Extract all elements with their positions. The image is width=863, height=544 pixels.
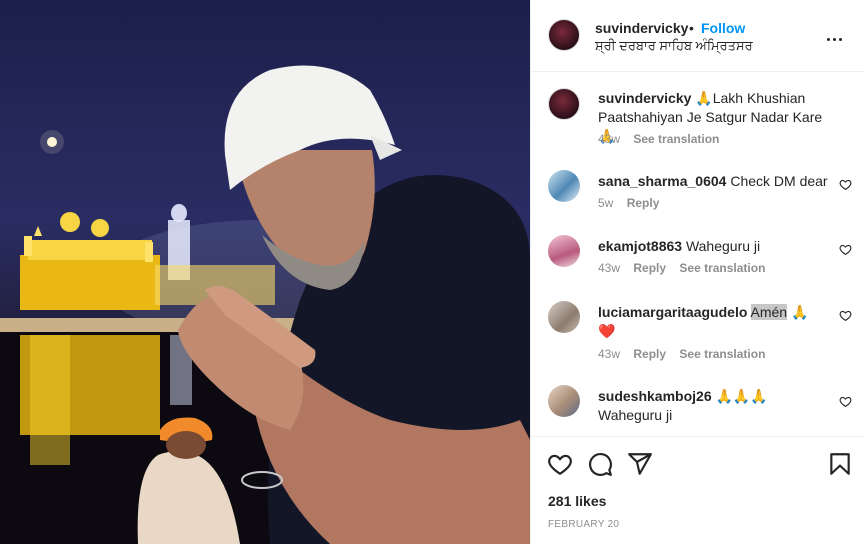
avatar[interactable] — [548, 170, 580, 202]
photo-illustration — [0, 65, 530, 544]
like-comment-icon[interactable] — [839, 243, 852, 256]
reply-button[interactable]: Reply — [633, 347, 666, 361]
comment-text-line2: Waheguru ji — [598, 407, 673, 423]
post-actions: 281 likes FEBRUARY 20 — [531, 436, 863, 544]
comment-text-highlight: Amén — [750, 304, 788, 320]
comment-age[interactable]: 43w — [598, 261, 620, 275]
comment-text: Check DM dear — [730, 173, 828, 189]
comment-username[interactable]: luciamargaritaagudelo — [598, 304, 747, 320]
like-comment-icon[interactable] — [839, 395, 852, 408]
follow-button[interactable]: Follow — [701, 20, 745, 36]
post-photo[interactable] — [0, 0, 530, 544]
see-translation-button[interactable]: See translation — [679, 347, 765, 361]
comment-username[interactable]: sana_sharma_0604 — [598, 173, 726, 189]
heart-icon[interactable] — [547, 451, 573, 477]
post-sidebar: suvindervicky • Follow ਸ਼੍ਰੀ ਦਰਬਾਰ ਸਾਹਿਬ… — [530, 0, 863, 544]
see-translation-button[interactable]: See translation — [633, 132, 719, 146]
comment-age[interactable]: 43w — [598, 347, 620, 361]
share-icon[interactable] — [627, 451, 653, 477]
comment-username[interactable]: sudeshkamboj26 — [598, 388, 712, 404]
save-icon[interactable] — [827, 451, 853, 477]
comment-item: suvindervicky 🙏Lakh Khushian Paatshahiya… — [531, 88, 863, 160]
comment-text: Waheguru ji — [685, 238, 761, 254]
reply-button[interactable]: Reply — [633, 261, 666, 275]
post-date[interactable]: FEBRUARY 20 — [548, 519, 619, 530]
comment-icon[interactable] — [587, 451, 613, 477]
comment-age[interactable]: 5w — [598, 196, 613, 210]
avatar[interactable] — [548, 301, 580, 333]
comment-text: 🙏 — [790, 304, 809, 320]
comment-text: 🙏🙏🙏 — [715, 388, 768, 404]
reply-button[interactable]: Reply — [627, 196, 660, 210]
likes-count[interactable]: 281 likes — [548, 493, 606, 509]
see-translation-button[interactable]: See translation — [679, 261, 765, 275]
avatar[interactable] — [548, 88, 580, 120]
comment-text-line2: ❤️ — [598, 323, 616, 339]
comment-item: ekamjot8863 Waheguru ji 43w Reply See tr… — [531, 235, 863, 291]
separator-dot: • — [689, 20, 694, 36]
comment-item: luciamargaritaagudelo Amén 🙏 ❤️ 43w Repl… — [531, 301, 863, 377]
comment-item: sudeshkamboj26 🙏🙏🙏 Waheguru ji — [531, 385, 863, 435]
post-header: suvindervicky • Follow ਸ਼੍ਰੀ ਦਰਬਾਰ ਸਾਹਿਬ… — [531, 0, 863, 72]
avatar[interactable] — [548, 235, 580, 267]
comments-list: suvindervicky 🙏Lakh Khushian Paatshahiya… — [531, 72, 863, 436]
like-comment-icon[interactable] — [839, 309, 852, 322]
comment-username[interactable]: suvindervicky — [598, 90, 691, 106]
post-username[interactable]: suvindervicky — [595, 20, 688, 36]
comment-username[interactable]: ekamjot8863 — [598, 238, 682, 254]
comment-age[interactable]: 43w — [598, 132, 620, 146]
comment-item: sana_sharma_0604 Check DM dear 5w Reply — [531, 170, 863, 226]
like-comment-icon[interactable] — [839, 178, 852, 191]
post-location[interactable]: ਸ਼੍ਰੀ ਦਰਬਾਰ ਸਾਹਿਬ ਅੰਮ੍ਰਿਤਸਰ — [595, 38, 753, 54]
more-options-icon[interactable] — [827, 28, 845, 42]
avatar[interactable] — [548, 19, 580, 51]
avatar[interactable] — [548, 385, 580, 417]
